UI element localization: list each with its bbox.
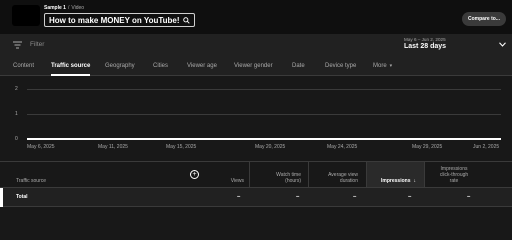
- date-range-selector[interactable]: May 6 – Jun 2, 2025 Last 28 days: [404, 37, 446, 50]
- column-header-average-view-duration[interactable]: Average view duration: [310, 162, 358, 188]
- table-header: Traffic source Views Watch time (hours) A…: [0, 161, 512, 188]
- x-tick-label: May 24, 2025: [327, 144, 358, 150]
- total-impressions: –: [408, 194, 412, 200]
- tab-label: Date: [292, 63, 305, 69]
- tab-geography[interactable]: Geography: [105, 56, 135, 76]
- tab-label: Viewer gender: [234, 63, 273, 69]
- grid-line: [27, 89, 501, 90]
- total-ctr: –: [467, 194, 471, 200]
- search-icon: [182, 16, 190, 24]
- row-accent: [0, 188, 3, 208]
- date-range-label: Last 28 days: [404, 43, 447, 50]
- x-tick-label: May 15, 2025: [166, 144, 197, 150]
- tab-cities[interactable]: Cities: [153, 56, 168, 76]
- video-title-selector[interactable]: How to make MONEY on YouTube!: [44, 13, 195, 27]
- column-header-ctr[interactable]: Impressions click-through rate: [428, 162, 480, 188]
- column-label: Watch time (hours): [276, 172, 301, 184]
- column-header-impressions[interactable]: Impressions ↓: [367, 162, 424, 188]
- tab-label: More: [373, 63, 387, 69]
- column-label: Traffic source: [16, 178, 47, 184]
- tab-label: Content: [13, 63, 35, 69]
- compare-button[interactable]: Compare to...: [462, 12, 506, 26]
- x-tick-label: Jun 2, 2025: [473, 144, 500, 150]
- page-background: [0, 207, 512, 224]
- y-tick-label: 1: [15, 111, 18, 117]
- breadcrumb-type: Video: [71, 5, 85, 11]
- column-header-traffic-source[interactable]: Traffic source: [16, 162, 116, 188]
- tab-device-type[interactable]: Device type: [325, 56, 356, 76]
- chevron-down-icon[interactable]: [499, 42, 506, 47]
- column-label: Views: [230, 178, 244, 184]
- tab-date[interactable]: Date: [292, 56, 305, 76]
- column-label: Impressions click-through rate: [440, 166, 468, 184]
- chevron-down-icon: ▾: [389, 63, 393, 69]
- column-header-watch-time[interactable]: Watch time (hours): [251, 162, 301, 188]
- table-row-total: Total – – – – –: [0, 187, 512, 208]
- sort-arrow-icon: ↓: [413, 178, 417, 184]
- column-label-line: rate: [449, 178, 459, 184]
- x-tick-label: May 11, 2025: [98, 144, 128, 150]
- tab-label: Device type: [325, 63, 357, 69]
- filter-input[interactable]: Filter: [30, 41, 44, 48]
- video-thumbnail[interactable]: [12, 5, 40, 26]
- x-tick-label: May 29, 2025: [412, 144, 443, 150]
- tab-more[interactable]: More ▾: [373, 56, 392, 76]
- breadcrumb-channel[interactable]: Sample 1: [44, 5, 66, 11]
- total-watch-time: –: [296, 194, 300, 200]
- tab-content[interactable]: Content: [13, 56, 34, 76]
- filter-icon[interactable]: [13, 41, 22, 49]
- x-tick-label: May 6, 2025: [27, 144, 55, 150]
- tab-traffic-source[interactable]: Traffic source: [51, 56, 91, 76]
- add-column-icon[interactable]: +: [190, 170, 199, 179]
- header-bar: Sample 1/Video How to make MONEY on YouT…: [0, 0, 512, 34]
- tab-label: Viewer age: [187, 63, 217, 69]
- tab-viewer-age[interactable]: Viewer age: [187, 56, 217, 76]
- series-line[interactable]: [27, 138, 501, 140]
- video-title: How to make MONEY on YouTube!: [49, 15, 180, 25]
- date-range-dates: May 6 – Jun 2, 2025: [404, 37, 446, 42]
- column-label-line: (hours): [285, 178, 301, 184]
- column-label-line: duration: [339, 178, 358, 184]
- tab-label: Cities: [153, 63, 169, 69]
- tab-label: Geography: [105, 63, 135, 69]
- tab-bar: Content Traffic source Geography Cities …: [0, 56, 512, 76]
- total-views: –: [237, 194, 241, 200]
- breadcrumb-separator: /: [67, 5, 70, 11]
- grid-line: [27, 114, 501, 115]
- total-label: Total: [16, 194, 28, 200]
- breadcrumb: Sample 1/Video: [44, 5, 84, 11]
- tab-viewer-gender[interactable]: Viewer gender: [234, 56, 273, 76]
- total-average-view-duration: –: [353, 194, 357, 200]
- column-label: Average view duration: [328, 172, 358, 184]
- column-label: Impressions: [381, 178, 411, 184]
- y-tick-label: 2: [15, 86, 18, 92]
- y-tick-label: 0: [15, 136, 18, 142]
- tab-label: Traffic source: [51, 63, 91, 69]
- column-header-views[interactable]: Views: [200, 162, 244, 188]
- x-tick-label: May 20, 2025: [255, 144, 286, 150]
